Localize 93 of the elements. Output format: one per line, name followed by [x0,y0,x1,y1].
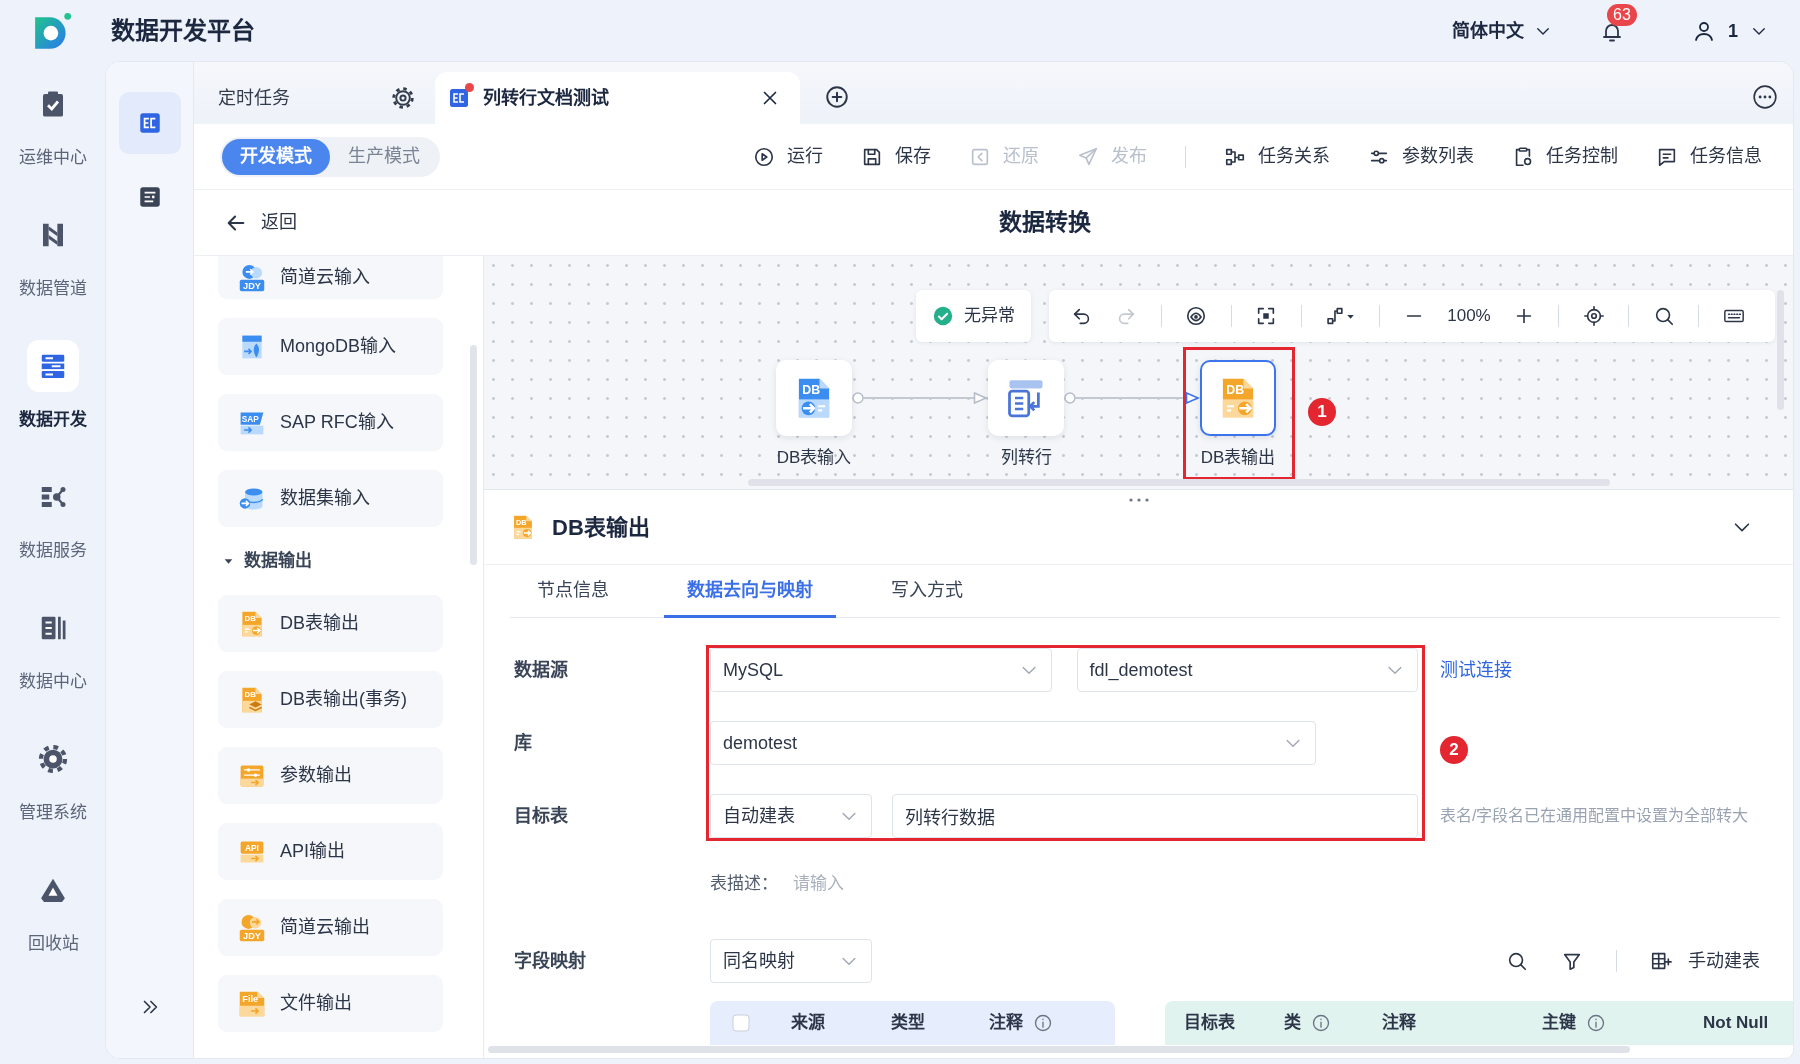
dropdown[interactable]: fdl_demotest [1076,648,1418,692]
toolbar-button[interactable]: 参数列表 [1368,143,1474,170]
hint-text: 表名/字段名已在通用配置中设置为全部转大 [1440,806,1749,826]
column-header: 注释 [989,1012,1023,1035]
paper-plane-icon [1077,145,1099,168]
create-table-button[interactable]: 手动建表 [1650,947,1760,975]
component-item[interactable]: DB DB表输出(事务) [218,671,443,728]
file-document-icon: File [238,989,266,1018]
toolbar-button[interactable]: 运行 [753,143,823,170]
info-icon[interactable] [1311,1013,1331,1033]
info-icon[interactable] [1033,1013,1053,1033]
component-item[interactable]: DB DB表输出 [218,595,443,652]
toolbar-button[interactable]: 任务信息 [1656,143,1762,170]
column-header: 类型 [891,1012,925,1035]
node-label: DB表输入 [776,447,852,469]
nav-item[interactable]: 运维中心 [19,78,87,170]
field-label: 字段映射 [514,950,586,971]
nav-item[interactable]: 数据中心 [19,602,87,694]
component-item[interactable]: SAP SAP RFC输入 [218,394,443,451]
flow-board-icon [447,86,471,110]
gear-icon [38,744,68,774]
user-menu[interactable]: 1 [1692,17,1768,45]
eye-circle-icon[interactable] [1185,305,1208,327]
language-dropdown[interactable]: 简体中文 [1452,17,1552,45]
page-title: 数据转换 [999,208,1091,238]
group-header[interactable]: 数据输出 [218,546,312,576]
dropdown[interactable]: demotest [710,721,1316,765]
mode-tab[interactable]: 开发模式 [222,138,330,175]
settings-icon[interactable] [390,85,416,111]
scrollbar-thumb[interactable] [470,345,477,565]
column-header: 目标表 [1184,1012,1235,1035]
nav-item[interactable]: 数据开发 [19,340,87,432]
grid-plus-icon [1650,950,1672,972]
component-item[interactable]: 数据集输入 [218,470,443,527]
component-item[interactable]: JDY 简道云输出 [218,899,443,956]
stacked-bars-icon [27,340,79,392]
node-label: 列转行 [1000,447,1052,469]
tab[interactable]: 数据去向与映射 [664,565,836,618]
check-circle-icon [932,305,954,327]
component-item[interactable]: File 文件输出 [218,975,443,1032]
callout-badge: 1 [1308,398,1336,426]
dropdown[interactable]: MySQL [710,648,1052,692]
tab[interactable]: 写入方式 [868,565,986,618]
tab[interactable]: 节点信息 [514,565,632,618]
zoom-level: 100% [1447,305,1491,328]
scrollbar-thumb[interactable] [748,479,1610,486]
test-connection-link[interactable]: 测试连接 [1440,656,1512,684]
component-item[interactable]: MongoDB输入 [218,318,443,375]
scrollbar-thumb[interactable] [488,1046,1630,1053]
dropdown[interactable]: 自动建表 [710,794,872,838]
tab[interactable]: 定时任务 [218,72,435,124]
play-circle-icon [753,145,775,168]
layout-icon[interactable] [1325,305,1356,327]
column-header: 主键 [1542,1012,1576,1035]
app-title: 数据开发平台 [111,16,255,46]
toolbar-button[interactable]: 任务控制 [1512,143,1618,170]
back-button[interactable]: 返回 [225,209,297,236]
nav-item[interactable]: 数据管道 [19,209,87,301]
toolbar-button[interactable]: 保存 [861,143,931,170]
field-label: 目标表 [514,804,568,828]
plus-icon[interactable] [824,84,850,110]
field-label: 表描述： [710,873,778,896]
scrollbar-thumb[interactable] [1777,290,1784,410]
nav-item[interactable]: 回收站 [27,864,79,956]
logo [32,10,74,52]
search-icon[interactable] [1506,950,1528,972]
dropdown[interactable]: 同名映射 [710,939,872,983]
crosshair-icon[interactable] [1582,305,1605,327]
component-item[interactable]: JDY 简道云输入 [218,256,443,299]
field-label: 数据源 [514,658,568,682]
info-icon[interactable] [1586,1013,1606,1033]
callout-badge: 2 [1440,736,1468,764]
checkbox[interactable] [732,1014,750,1032]
column-header: 类 [1284,1012,1301,1035]
node-label: DB表输出 [1200,447,1276,469]
notification-badge: 63 [1607,4,1637,26]
flow-node[interactable] [988,360,1064,436]
component-item[interactable]: 参数输出 [218,747,443,804]
panel-title: DB表输出 [552,513,650,542]
status-button[interactable]: 无异常 [916,290,1031,342]
more-icon[interactable] [1752,84,1778,110]
toolbar-button[interactable]: 任务关系 [1224,143,1330,170]
component-item[interactable]: API API输出 [218,823,443,880]
tab[interactable]: 列转行文档测试 [435,72,800,124]
column-header: Not Null [1703,1012,1769,1035]
column-header: 注释 [1382,1012,1416,1035]
rail-tab[interactable] [118,92,181,154]
column-header: 来源 [791,1011,825,1035]
nav-item[interactable]: 管理系统 [19,733,87,825]
user-icon [1692,19,1716,43]
nav-item[interactable]: 数据服务 [19,471,87,563]
field-label: 库 [514,731,532,755]
text-input[interactable]: 列转行数据 [892,794,1418,838]
